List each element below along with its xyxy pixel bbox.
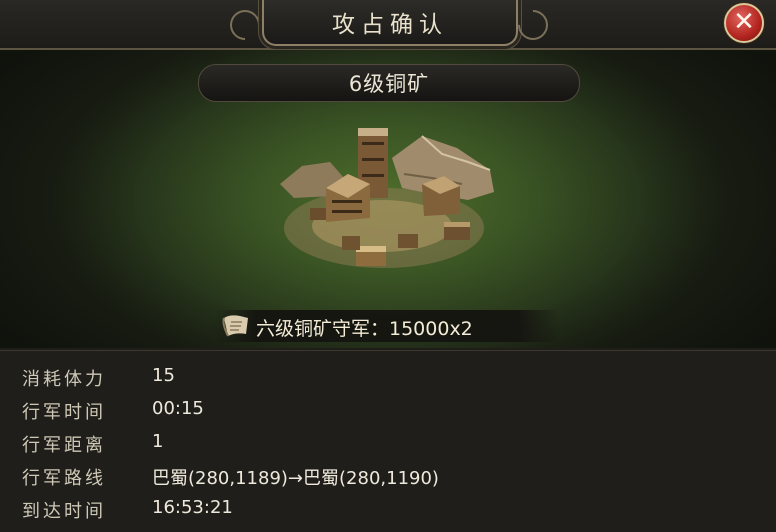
info-row-arrival-time: 到达时间 16:53:21 bbox=[0, 495, 776, 525]
dialog-title: 攻占确认 bbox=[332, 12, 448, 38]
info-label: 行军路线 bbox=[22, 468, 106, 489]
info-row-march-time: 行军时间 00:15 bbox=[0, 396, 776, 426]
target-scene: 6级铜矿 六级铜矿守军：15000x2 bbox=[0, 50, 776, 348]
info-value: 1 bbox=[152, 431, 164, 452]
info-value: 巴蜀(280,1189)→巴蜀(280,1190) bbox=[152, 468, 439, 489]
attack-confirm-dialog: 攻占确认 ✕ 6级铜矿 六级铜矿守军：15000x2 消耗体力 15 行军时间 … bbox=[0, 0, 776, 532]
info-row-stamina: 消耗体力 15 bbox=[0, 363, 776, 393]
garrison-text: 六级铜矿守军：15000x2 bbox=[256, 318, 473, 340]
scroll-icon bbox=[222, 315, 248, 337]
info-label: 到达时间 bbox=[22, 501, 106, 522]
info-label: 消耗体力 bbox=[22, 369, 106, 390]
building-name: 6级铜矿 bbox=[348, 72, 430, 96]
info-value: 16:53:21 bbox=[152, 497, 233, 518]
garrison-info: 六级铜矿守军：15000x2 bbox=[214, 310, 560, 342]
close-x-icon: ✕ bbox=[733, 7, 755, 37]
info-value: 15 bbox=[152, 365, 175, 386]
info-label: 行军距离 bbox=[22, 435, 106, 456]
building-name-plate: 6级铜矿 bbox=[198, 64, 580, 102]
info-value: 00:15 bbox=[152, 398, 204, 419]
close-button[interactable]: ✕ bbox=[724, 3, 764, 43]
title-plate: 攻占确认 bbox=[262, 0, 518, 46]
info-row-march-route: 行军路线 巴蜀(280,1189)→巴蜀(280,1190) bbox=[0, 462, 776, 492]
info-row-march-distance: 行军距离 1 bbox=[0, 429, 776, 459]
march-info-table: 消耗体力 15 行军时间 00:15 行军距离 1 行军路线 巴蜀(280,11… bbox=[0, 350, 776, 532]
info-label: 行军时间 bbox=[22, 402, 106, 423]
title-bar: 攻占确认 ✕ bbox=[0, 0, 776, 50]
title-ornament-right bbox=[511, 3, 555, 47]
copper-mine-image[interactable] bbox=[272, 118, 502, 286]
title-ornament-left bbox=[223, 3, 267, 47]
